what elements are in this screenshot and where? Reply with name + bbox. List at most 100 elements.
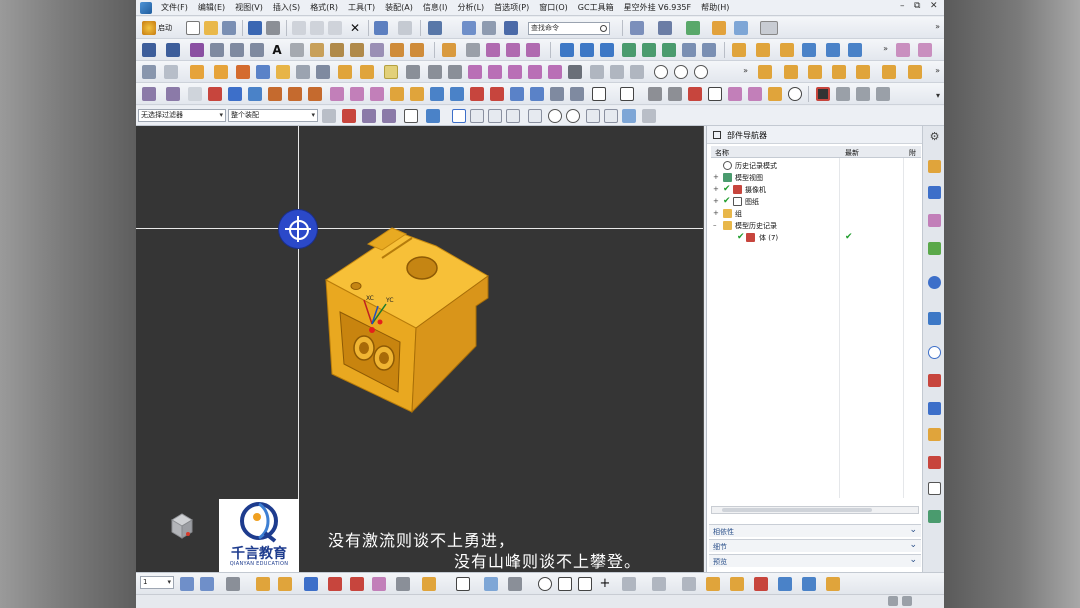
roles-icon[interactable] xyxy=(928,402,941,415)
toolbar3-more-a[interactable]: » xyxy=(743,66,748,75)
print-icon[interactable] xyxy=(266,21,280,35)
cone-icon[interactable] xyxy=(780,43,794,57)
expand-toggle[interactable]: + xyxy=(713,186,719,193)
offset-surface-icon[interactable] xyxy=(622,43,636,57)
snap-control-icon[interactable] xyxy=(452,109,466,123)
magnet-icon[interactable] xyxy=(330,87,344,101)
wcs-orient-icon[interactable] xyxy=(706,577,720,591)
measure-body-icon[interactable] xyxy=(422,577,436,591)
scrollbar-thumb[interactable] xyxy=(722,508,872,512)
filter-settings-icon[interactable] xyxy=(322,109,336,123)
datum-plane-icon[interactable] xyxy=(164,65,178,79)
sheet-body-icon[interactable] xyxy=(848,43,862,57)
extract-curve-icon[interactable] xyxy=(350,43,364,57)
status-grid-icon[interactable] xyxy=(888,596,898,606)
part-navigator-icon[interactable] xyxy=(928,214,941,227)
shell-icon[interactable] xyxy=(448,65,462,79)
grid-tool-icon[interactable] xyxy=(688,87,702,101)
collapse-toggle[interactable]: – xyxy=(713,222,719,229)
electrode-icon[interactable] xyxy=(268,87,282,101)
sync-move-face-icon[interactable] xyxy=(758,65,772,79)
recent-icon[interactable] xyxy=(222,21,236,35)
snap-box-icon[interactable] xyxy=(404,109,418,123)
curve-tool-icon[interactable] xyxy=(648,87,662,101)
rectangle-icon[interactable] xyxy=(230,43,244,57)
stretch-curve-icon[interactable] xyxy=(506,43,520,57)
edit-section-icon[interactable] xyxy=(682,577,696,591)
pocket-icon[interactable] xyxy=(276,65,290,79)
panel-preview[interactable]: 预览 ⌄ xyxy=(709,554,921,567)
column-attach[interactable]: 附 xyxy=(909,148,916,158)
groove-icon[interactable] xyxy=(338,65,352,79)
rectangle-select-icon[interactable] xyxy=(456,577,470,591)
trim-sheet-icon[interactable] xyxy=(662,43,676,57)
panel-details[interactable]: 细节 ⌄ xyxy=(709,539,921,552)
expand-toggle[interactable]: + xyxy=(713,198,719,205)
sweep-feature-icon[interactable] xyxy=(350,87,364,101)
sync-offset-region-icon[interactable] xyxy=(808,65,822,79)
view-frame-icon[interactable] xyxy=(836,87,850,101)
circle-feature-icon[interactable] xyxy=(654,65,668,79)
point-icon[interactable] xyxy=(694,65,708,79)
restore-button[interactable]: ⧉ xyxy=(914,1,920,11)
snap-quadrant-icon[interactable] xyxy=(566,109,580,123)
history-icon[interactable] xyxy=(928,312,941,325)
toolbar-more-chevron[interactable]: » xyxy=(935,22,940,31)
toolbar4-more[interactable]: ▾ xyxy=(936,91,940,100)
gdt-tool-icon[interactable] xyxy=(748,87,762,101)
measure-distance-icon[interactable] xyxy=(372,577,386,591)
thread-icon[interactable] xyxy=(360,65,374,79)
constraint-navigator-icon[interactable] xyxy=(928,186,941,199)
snap-end-icon[interactable] xyxy=(362,109,376,123)
mirror-icon[interactable] xyxy=(568,65,582,79)
sync-resize-icon[interactable] xyxy=(882,65,896,79)
intersect-icon[interactable] xyxy=(630,65,644,79)
block-icon[interactable] xyxy=(732,43,746,57)
section-view-icon[interactable] xyxy=(622,577,636,591)
mold-base-icon[interactable] xyxy=(390,87,404,101)
tube-icon[interactable] xyxy=(826,43,840,57)
trim-curve-icon[interactable] xyxy=(442,43,456,57)
measure-angle-icon[interactable] xyxy=(396,577,410,591)
offset-face-icon[interactable] xyxy=(508,65,522,79)
tree-item-cameras[interactable]: + ✔ 摄像机 xyxy=(713,184,921,196)
line-arrow-icon[interactable] xyxy=(166,43,180,57)
edit-parameters-icon[interactable] xyxy=(166,87,180,101)
move-to-layer-icon[interactable] xyxy=(226,577,240,591)
copy-icon[interactable] xyxy=(310,21,324,35)
color-swatch-icon[interactable] xyxy=(760,21,778,35)
bridge-curve-icon[interactable] xyxy=(370,43,384,57)
view-frame2-icon[interactable] xyxy=(856,87,870,101)
column-name[interactable]: 名称 xyxy=(715,148,729,158)
type-filter-dropdown[interactable]: 无选择过滤器 ▾ xyxy=(138,109,226,122)
save-icon[interactable] xyxy=(248,21,262,35)
sketch-icon[interactable] xyxy=(142,65,156,79)
project-curve-icon[interactable] xyxy=(310,43,324,57)
start-icon[interactable] xyxy=(142,21,156,35)
snap-view-icon[interactable] xyxy=(304,577,318,591)
slot-icon[interactable] xyxy=(316,65,330,79)
offset-curve-icon[interactable] xyxy=(290,43,304,57)
tree-item-body[interactable]: ✔ 体 (7) ✔ xyxy=(713,232,921,244)
transform-icon[interactable] xyxy=(482,21,496,35)
snap-perp-icon[interactable] xyxy=(506,109,520,123)
internet-explorer-icon[interactable] xyxy=(928,276,941,289)
menu-preferences[interactable]: 首选项(P) xyxy=(489,2,534,13)
clip-section-icon[interactable] xyxy=(652,577,666,591)
menu-information[interactable]: 信息(I) xyxy=(418,2,453,13)
split-tool-icon[interactable] xyxy=(668,87,682,101)
divide-curve-icon[interactable] xyxy=(466,43,480,57)
wcs-origin-icon[interactable] xyxy=(279,210,317,248)
circle-icon[interactable] xyxy=(210,43,224,57)
snap-line-icon[interactable] xyxy=(470,109,484,123)
gear-icon[interactable]: ⚙ xyxy=(928,130,941,143)
wcs-display-icon[interactable] xyxy=(754,577,768,591)
torus-icon[interactable] xyxy=(674,65,688,79)
polygon-tool-icon[interactable] xyxy=(620,87,634,101)
trim-body-icon[interactable] xyxy=(468,65,482,79)
wave-linker-icon[interactable] xyxy=(142,87,156,101)
unite-icon[interactable] xyxy=(590,65,604,79)
view-frame3-icon[interactable] xyxy=(876,87,890,101)
sew-icon[interactable] xyxy=(682,43,696,57)
layout-icon[interactable] xyxy=(630,21,644,35)
